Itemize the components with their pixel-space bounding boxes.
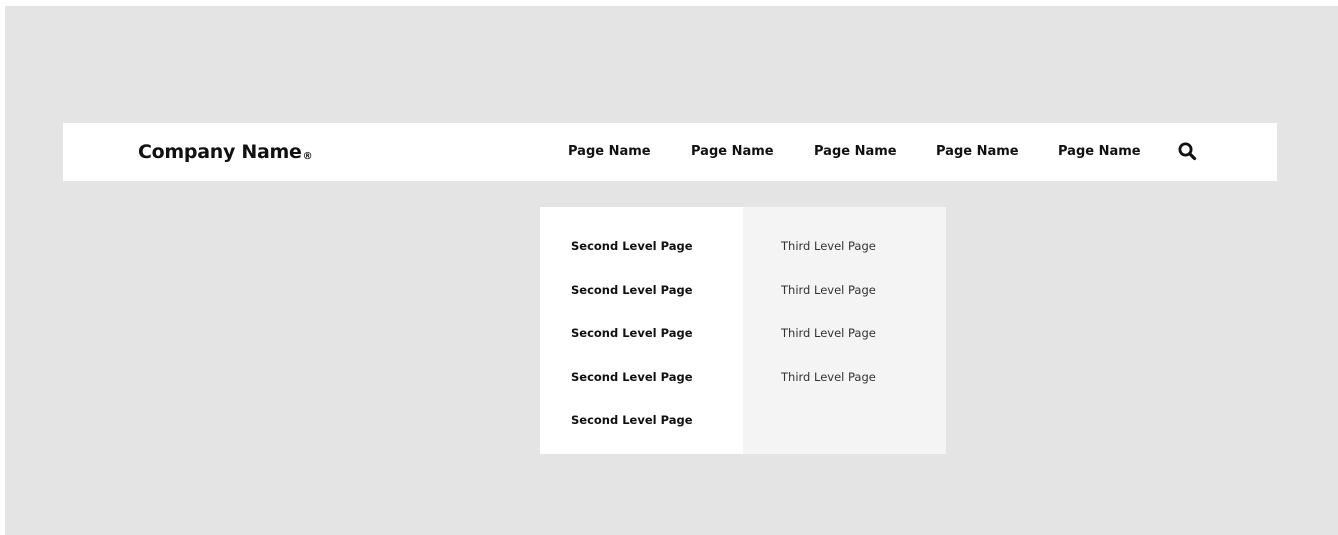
third-level-item[interactable]: Third Level Page	[781, 367, 876, 387]
third-level-item[interactable]: Third Level Page	[781, 236, 876, 256]
third-level-item[interactable]: Third Level Page	[781, 280, 876, 300]
nav-item-page-3[interactable]: Page Name	[814, 123, 897, 181]
nav-item-page-2[interactable]: Page Name	[691, 123, 774, 181]
third-level-menu: Third Level Page Third Level Page Third …	[743, 207, 946, 454]
company-name: Company Name	[138, 141, 302, 163]
second-level-item[interactable]: Second Level Page	[571, 280, 693, 300]
second-level-item[interactable]: Second Level Page	[571, 367, 693, 387]
nav-item-page-5[interactable]: Page Name	[1058, 123, 1141, 181]
navbar: Company Name® Page Name Page Name Page N…	[63, 123, 1277, 181]
second-level-menu: Second Level Page Second Level Page Seco…	[540, 207, 743, 454]
third-level-item[interactable]: Third Level Page	[781, 323, 876, 343]
second-level-item[interactable]: Second Level Page	[571, 236, 693, 256]
second-level-item[interactable]: Second Level Page	[571, 323, 693, 343]
nav-item-page-4[interactable]: Page Name	[936, 123, 1019, 181]
nav-item-page-1[interactable]: Page Name	[568, 123, 651, 181]
search-icon[interactable]	[1177, 141, 1199, 163]
dropdown-menu: Second Level Page Second Level Page Seco…	[540, 207, 946, 454]
company-logo[interactable]: Company Name®	[138, 123, 313, 181]
second-level-item[interactable]: Second Level Page	[571, 410, 693, 430]
registered-mark: ®	[302, 151, 313, 162]
